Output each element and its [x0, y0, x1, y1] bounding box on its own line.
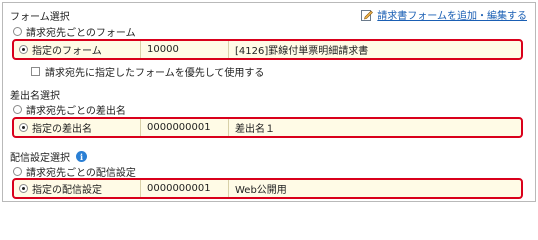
form-name: [4126]罫線付単票明細請求書	[228, 41, 368, 58]
form-section-heading: フォーム選択	[10, 12, 70, 23]
delivery-specified-label: 指定の配信設定	[32, 185, 102, 196]
delivery-section-heading: 配信設定選択	[10, 153, 70, 164]
sender-specified-label: 指定の差出名	[32, 124, 92, 135]
delivery-selected-row[interactable]: 指定の配信設定 0000000001 Web公開用	[12, 178, 523, 199]
sender-specified-option[interactable]: 指定の差出名	[14, 119, 140, 136]
form-priority-option[interactable]: 請求宛先に指定したフォームを優先して使用する	[31, 64, 264, 79]
sender-per-recipient-label: 請求宛先ごとの差出名	[26, 106, 126, 117]
delivery-specified-option[interactable]: 指定の配信設定	[14, 180, 140, 197]
form-specified-radio[interactable]	[19, 45, 28, 54]
sender-specified-radio[interactable]	[19, 123, 28, 132]
sender-name: 差出名１	[228, 119, 275, 136]
sender-code: 0000000001	[140, 119, 228, 136]
delivery-specified-radio[interactable]	[19, 184, 28, 193]
delivery-name: Web公開用	[228, 180, 287, 197]
add-edit-form-link[interactable]: 請求書フォームを追加・編集する	[361, 7, 527, 22]
delivery-code: 0000000001	[140, 180, 228, 197]
delivery-section-heading-row: 配信設定選択 i	[10, 149, 87, 164]
delivery-option-per-recipient[interactable]: 請求宛先ごとの配信設定	[13, 164, 136, 179]
delivery-per-recipient-radio[interactable]	[13, 167, 22, 176]
form-option-per-recipient[interactable]: 請求宛先ごとのフォーム	[13, 24, 136, 39]
delivery-per-recipient-label: 請求宛先ごとの配信設定	[26, 168, 136, 179]
form-specified-label: 指定のフォーム	[32, 46, 102, 57]
sender-selected-row[interactable]: 指定の差出名 0000000001 差出名１	[12, 117, 523, 138]
sender-per-recipient-radio[interactable]	[13, 105, 22, 114]
info-icon[interactable]: i	[76, 151, 87, 162]
sender-section-heading: 差出名選択	[10, 91, 60, 102]
edit-icon	[361, 9, 374, 21]
form-priority-label: 請求宛先に指定したフォームを優先して使用する	[45, 68, 265, 79]
form-code: 10000	[140, 41, 228, 58]
add-edit-form-link-label[interactable]: 請求書フォームを追加・編集する	[377, 7, 527, 22]
settings-panel: フォーム選択 請求書フォームを追加・編集する 請求宛先ごとのフォーム 指定のフォ…	[2, 2, 536, 202]
form-selected-row[interactable]: 指定のフォーム 10000 [4126]罫線付単票明細請求書	[12, 39, 523, 60]
sender-option-per-recipient[interactable]: 請求宛先ごとの差出名	[13, 102, 126, 117]
form-per-recipient-radio[interactable]	[13, 27, 22, 36]
form-specified-option[interactable]: 指定のフォーム	[14, 41, 140, 58]
form-per-recipient-label: 請求宛先ごとのフォーム	[26, 28, 136, 39]
form-priority-checkbox[interactable]	[31, 67, 40, 76]
